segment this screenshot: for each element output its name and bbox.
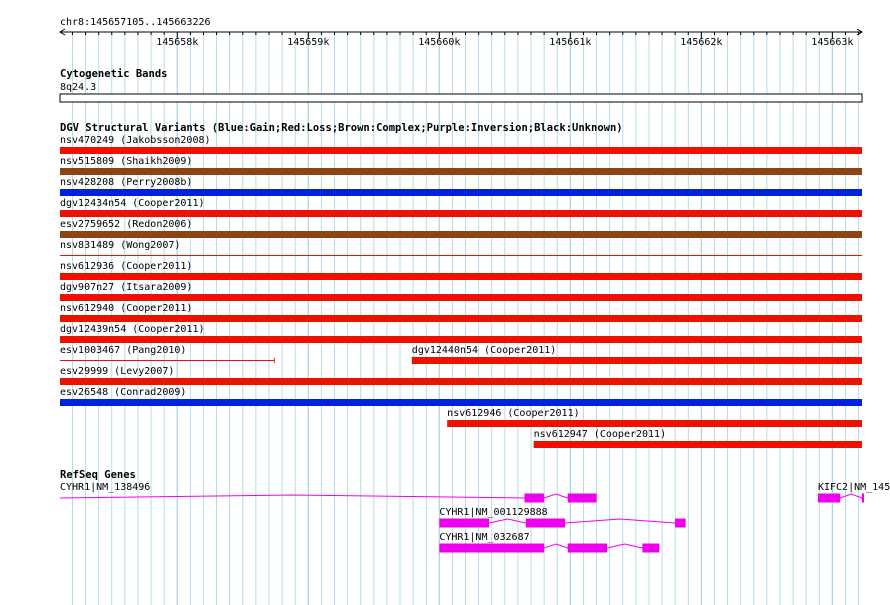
dgv-variant-label: nsv428208 (Perry2008b) (60, 177, 192, 188)
dgv-variant-bar[interactable] (60, 378, 862, 385)
dgv-track-title: DGV Structural Variants (Blue:Gain;Red:L… (60, 122, 623, 134)
dgv-variant-bar[interactable] (60, 399, 862, 406)
dgv-variant-item[interactable]: dgv907n27 (Itsara2009) (60, 282, 862, 301)
refseq-intron (543, 493, 568, 499)
refseq-gene-label: CYHR1|NM_138496 (60, 482, 150, 493)
ruler-tick-label: 145661k (549, 37, 591, 48)
dgv-variant-bar[interactable] (60, 210, 862, 217)
refseq-exon[interactable] (567, 493, 597, 503)
dgv-variant-bar[interactable] (447, 420, 862, 427)
dgv-variant-label: nsv612946 (Cooper2011) (447, 408, 579, 419)
dgv-variant-item[interactable]: esv1003467 (Pang2010) (60, 345, 275, 363)
dgv-variant-bar[interactable] (60, 315, 862, 322)
dgv-variant-label: esv26548 (Conrad2009) (60, 387, 186, 398)
dgv-variant-item[interactable]: esv26548 (Conrad2009) (60, 387, 862, 406)
dgv-variant-label: dgv907n27 (Itsara2009) (60, 282, 192, 293)
refseq-exon[interactable] (567, 543, 608, 553)
ruler-tick-label: 145658k (156, 37, 198, 48)
refseq-gene-label: CYHR1|NM_032687 (439, 532, 529, 543)
dgv-variant-item[interactable]: nsv515809 (Shaikh2009) (60, 156, 862, 175)
dgv-variant-item[interactable]: nsv428208 (Perry2008b) (60, 177, 862, 196)
refseq-track-title: RefSeq Genes (60, 469, 136, 481)
refseq-genes-track: CYHR1|NM_138496 KIFC2|NM_145754 CYHR1|NM_0… (59, 482, 890, 553)
dgv-variant-bar[interactable] (533, 441, 862, 448)
position-ruler[interactable]: 145658k 145659k 145660k 145661k 145662k 14566… (59, 28, 863, 48)
dgv-variant-item[interactable]: dgv12434n54 (Cooper2011) (60, 198, 862, 217)
refseq-gene-label: KIFC2|NM_145754 (818, 482, 890, 493)
dgv-variant-bar[interactable] (60, 147, 862, 154)
refseq-exon[interactable] (524, 493, 545, 503)
dgv-variant-item[interactable]: dgv12439n54 (Cooper2011) (60, 324, 862, 343)
dgv-variant-item[interactable]: nsv831489 (Wong2007) (60, 240, 862, 256)
refseq-exon[interactable] (862, 493, 864, 503)
refseq-intron (606, 543, 643, 549)
dgv-variant-item[interactable]: nsv612940 (Cooper2011) (60, 303, 862, 322)
dgv-variant-label: nsv515809 (Shaikh2009) (60, 156, 192, 167)
dgv-variant-item[interactable]: esv29999 (Levy2007) (60, 366, 862, 385)
refseq-intron (59, 494, 525, 499)
dgv-variant-label: esv29999 (Levy2007) (60, 366, 174, 377)
dgv-variant-label: dgv12434n54 (Cooper2011) (60, 198, 205, 209)
dgv-variant-item[interactable]: dgv12440n54 (Cooper2011) (411, 345, 862, 364)
dgv-variant-label: dgv12439n54 (Cooper2011) (60, 324, 205, 335)
dgv-variant-bar[interactable] (60, 336, 862, 343)
dgv-variant-bar[interactable] (60, 168, 862, 175)
dgv-variant-item[interactable]: nsv612936 (Cooper2011) (60, 261, 862, 280)
cytoband-bar[interactable] (59, 93, 863, 103)
dgv-variant-label: nsv831489 (Wong2007) (60, 240, 180, 251)
ruler-tick-label: 145663k (811, 37, 853, 48)
dgv-variant-item[interactable]: nsv612947 (Cooper2011) (533, 429, 862, 448)
ruler-tick-label: 145660k (418, 37, 460, 48)
dgv-variant-bar[interactable] (60, 231, 862, 238)
dgv-variant-label: nsv612936 (Cooper2011) (60, 261, 192, 272)
dgv-variant-item[interactable]: nsv612946 (Cooper2011) (447, 408, 862, 427)
refseq-exon[interactable] (642, 543, 660, 553)
cytoband-track-title: Cytogenetic Bands (60, 68, 167, 80)
dgv-variant-item[interactable]: esv2759652 (Redon2006) (60, 219, 862, 238)
cytoband-label: 8q24.3 (60, 82, 96, 93)
dgv-variant-bar[interactable] (60, 294, 862, 301)
dgv-variant-label: nsv612940 (Cooper2011) (60, 303, 192, 314)
dgv-variant-label: nsv470249 (Jakobsson2008) (60, 135, 211, 146)
dgv-variant-label: nsv612947 (Cooper2011) (534, 429, 666, 440)
ruler-tick-label: 145659k (287, 37, 329, 48)
dgv-variants-track: nsv470249 (Jakobsson2008) nsv515809 (Shai… (60, 135, 862, 448)
refseq-gene-item[interactable]: CYHR1|NM_138496 (59, 482, 597, 503)
refseq-exon[interactable] (817, 493, 841, 503)
refseq-intron (488, 518, 526, 524)
refseq-intron (565, 518, 676, 524)
refseq-gene-item[interactable]: KIFC2|NM_145754 (817, 482, 890, 503)
refseq-intron (543, 543, 568, 549)
dgv-variant-item[interactable]: nsv470249 (Jakobsson2008) (60, 135, 862, 154)
refseq-exon[interactable] (439, 543, 545, 553)
dgv-variant-bar[interactable] (60, 189, 862, 196)
refseq-gene-item[interactable]: CYHR1|NM_032687 (439, 532, 660, 553)
dgv-variant-label: esv2759652 (Redon2006) (60, 219, 192, 230)
dgv-variant-bar[interactable] (411, 357, 862, 364)
refseq-exon[interactable] (525, 518, 566, 528)
refseq-exon[interactable] (439, 518, 490, 528)
refseq-exon[interactable] (675, 518, 686, 528)
locus-label: chr8:145657105..145663226 (60, 17, 211, 28)
dgv-variant-label: dgv12440n54 (Cooper2011) (412, 345, 557, 356)
dgv-variant-bar[interactable] (60, 273, 862, 280)
ruler-tick-label: 145662k (680, 37, 722, 48)
refseq-gene-label: CYHR1|NM_001129888 (439, 507, 547, 518)
genome-browser-panel: chr8:145657105..145663226 145658k 145659k… (59, 17, 890, 605)
dgv-variant-label: esv1003467 (Pang2010) (60, 345, 186, 356)
